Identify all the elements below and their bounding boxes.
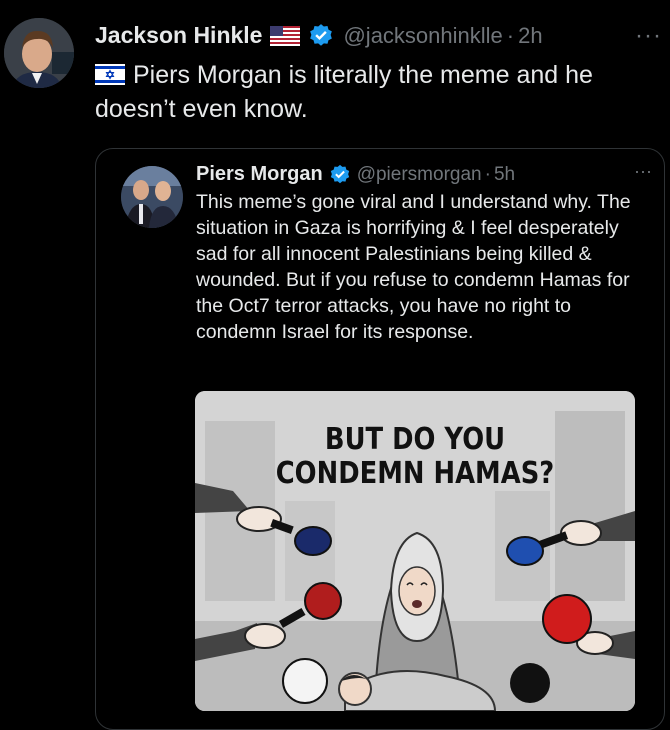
author-handle[interactable]: @jacksonhinklle: [343, 23, 502, 49]
quoted-author-name[interactable]: Piers Morgan: [196, 163, 323, 186]
author-name[interactable]: Jackson Hinkle: [95, 22, 262, 49]
verified-badge-icon: [329, 164, 351, 186]
separator-dot: ·: [506, 22, 515, 48]
quoted-post-header: Piers Morgan @piersmorgan · 5h: [196, 163, 515, 186]
quoted-post-card[interactable]: Piers Morgan @piersmorgan · 5h ··· This …: [95, 148, 665, 730]
meme-caption-line-1: BUT DO YOU: [324, 422, 506, 457]
meme-image[interactable]: BUT DO YOU CONDEMN HAMAS?: [195, 391, 635, 711]
post-header: Jackson Hinkle @jacksonhinklle · 2h: [95, 22, 543, 49]
post-time[interactable]: 2h: [518, 23, 542, 49]
us-flag-icon: [270, 25, 301, 46]
separator-dot: ·: [484, 163, 491, 185]
quoted-post-text: This meme’s gone viral and I understand …: [196, 191, 631, 343]
quoted-post-time[interactable]: 5h: [494, 164, 515, 186]
israel-flag-icon: [95, 60, 125, 85]
post-text: Piers Morgan is literally the meme and h…: [95, 61, 593, 123]
more-options-icon[interactable]: ···: [635, 22, 662, 50]
author-avatar[interactable]: [4, 18, 74, 88]
meme-caption-line-2: CONDEMN HAMAS?: [275, 456, 555, 491]
quoted-author-avatar[interactable]: [121, 166, 183, 228]
post-text-container: Piers Morgan is literally the meme and h…: [95, 58, 655, 126]
quoted-more-options-icon[interactable]: ···: [634, 161, 652, 182]
quoted-author-handle[interactable]: @piersmorgan: [357, 164, 482, 186]
verified-badge-icon: [308, 23, 334, 49]
meme-caption: BUT DO YOU CONDEMN HAMAS?: [226, 423, 604, 491]
